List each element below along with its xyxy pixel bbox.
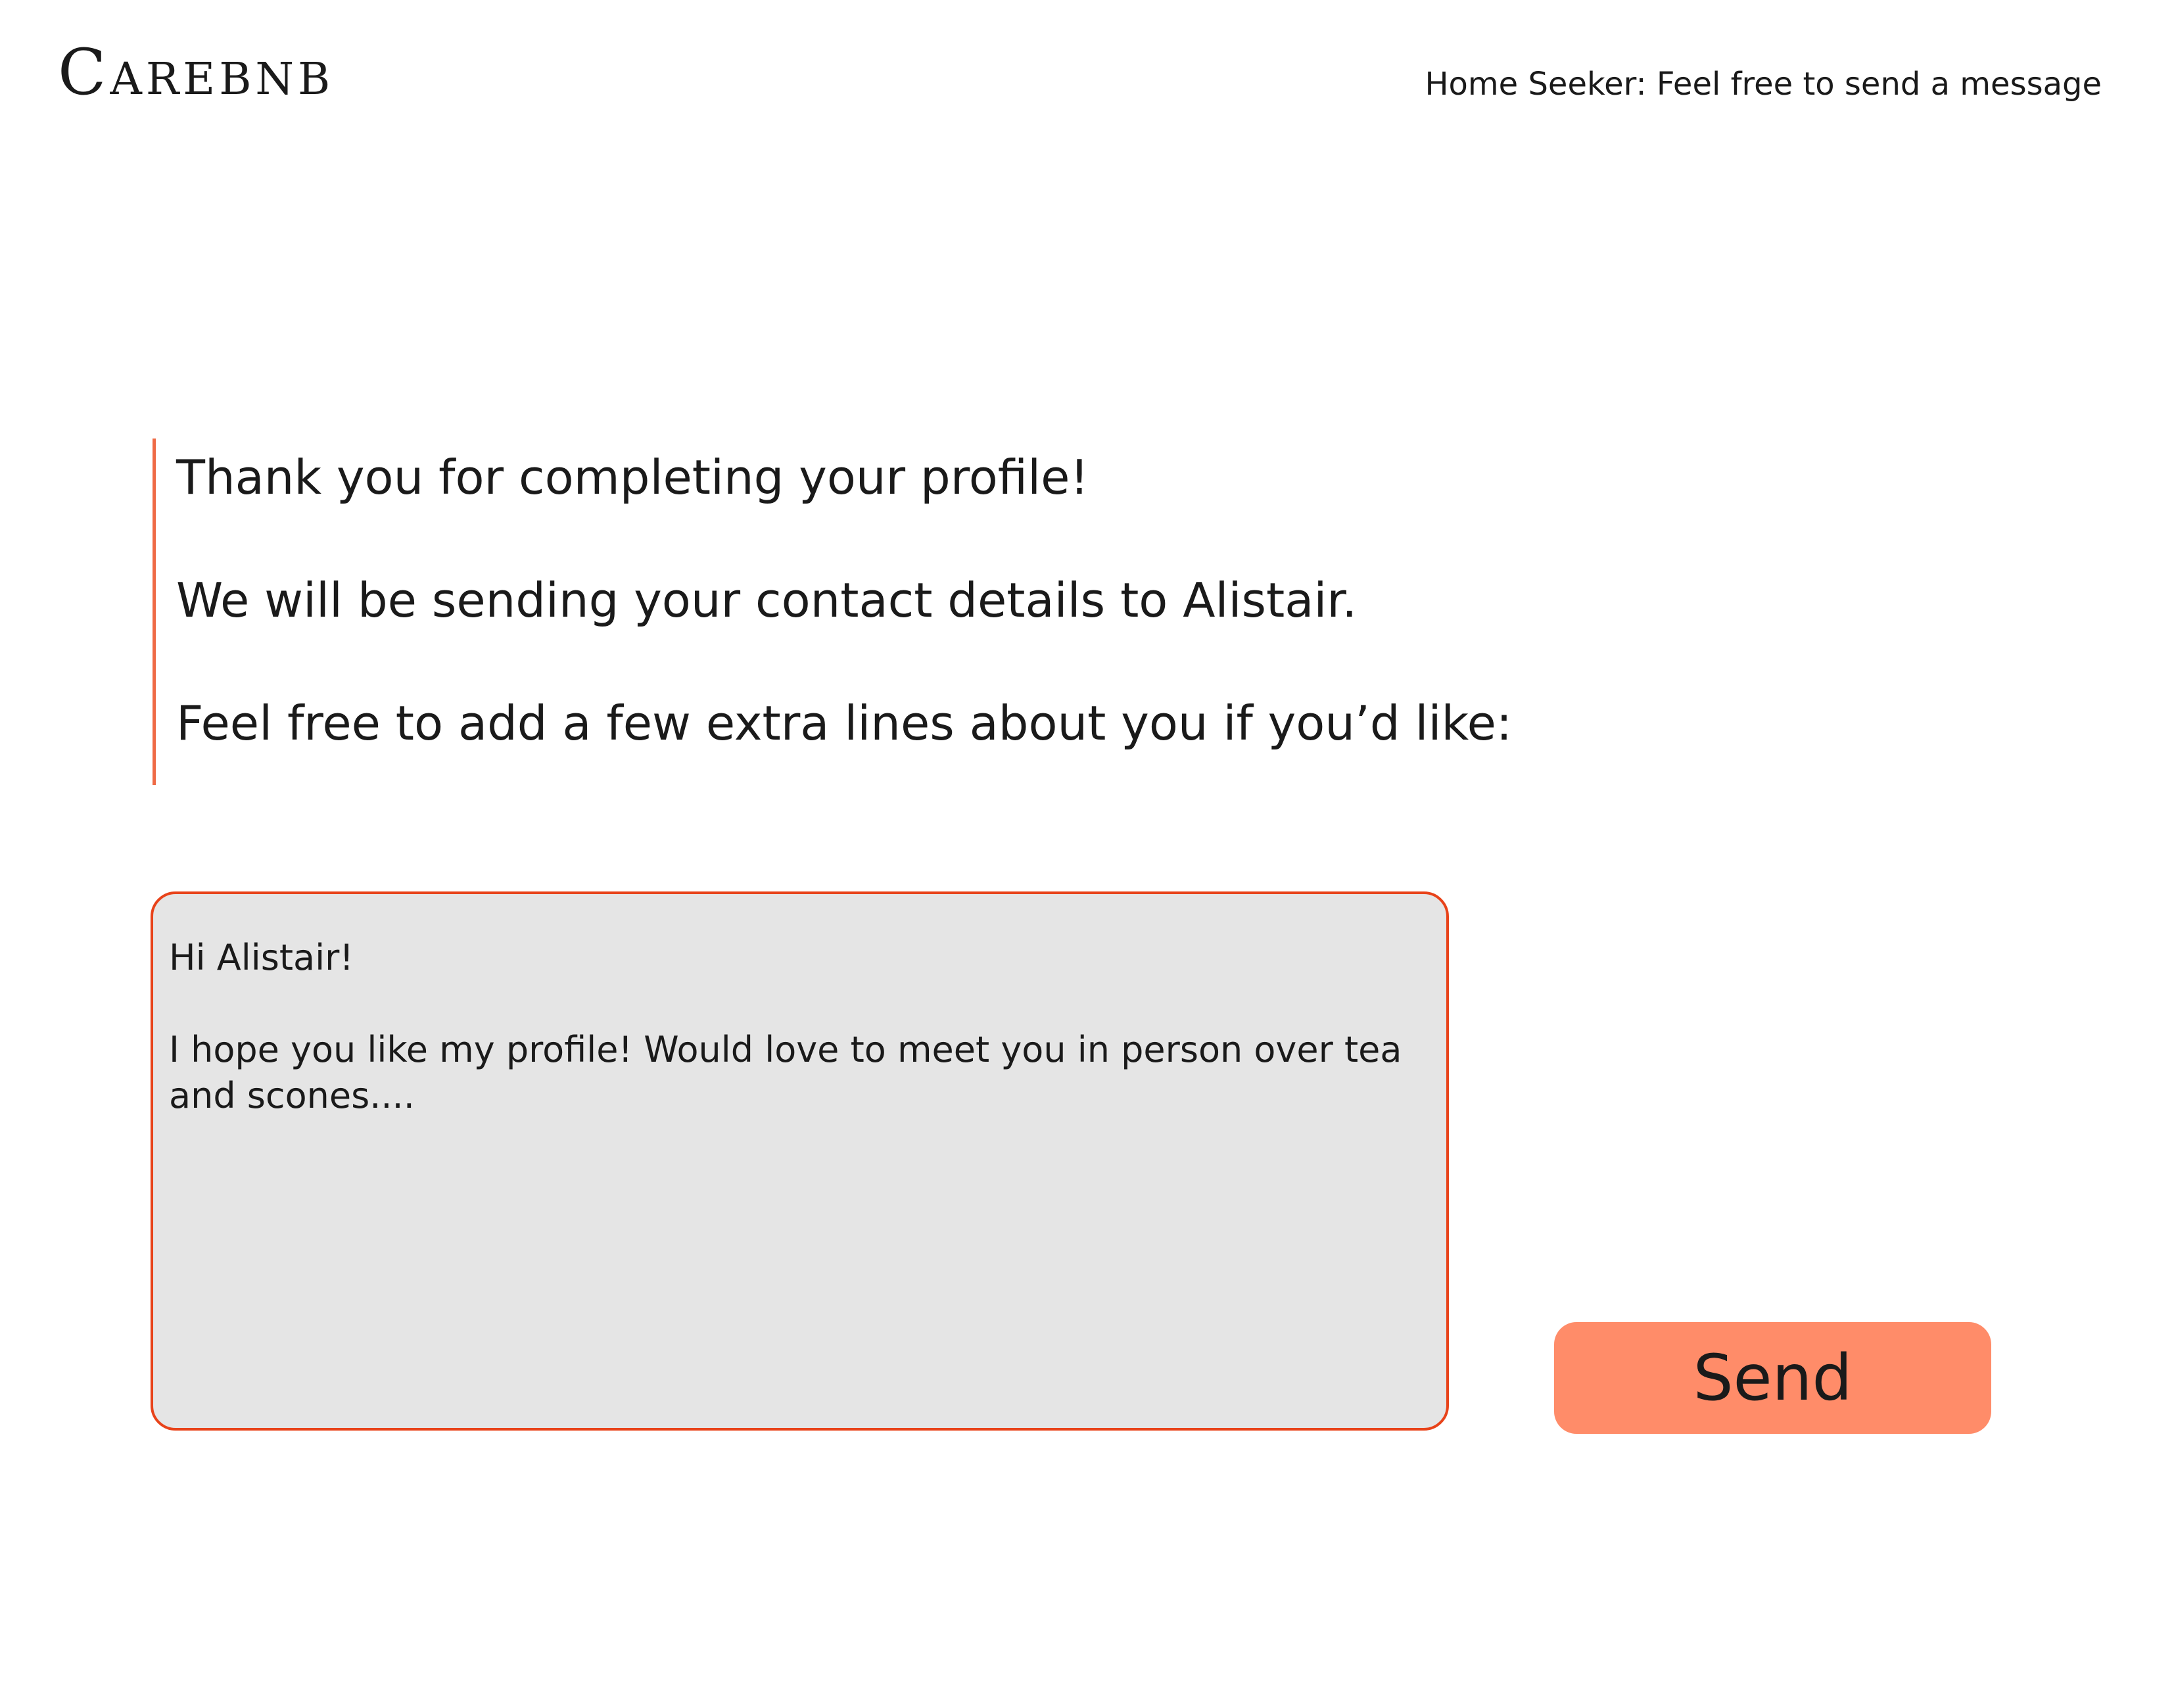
send-button[interactable]: Send xyxy=(1554,1322,1991,1434)
contact-details-text: We will be sending your contact details … xyxy=(176,573,1358,628)
message-textarea[interactable]: Hi Alistair! I hope you like my profile!… xyxy=(151,891,1449,1431)
confirmation-message: Thank you for completing your profile! W… xyxy=(153,439,1553,785)
carebnb-logo: Carebnb xyxy=(58,36,335,109)
extra-lines-prompt: Feel free to add a few extra lines about… xyxy=(176,696,1513,751)
profile-complete-text: Thank you for completing your profile! xyxy=(176,450,1089,505)
page-subtitle: Home Seeker: Feel free to send a message xyxy=(1425,66,2102,103)
